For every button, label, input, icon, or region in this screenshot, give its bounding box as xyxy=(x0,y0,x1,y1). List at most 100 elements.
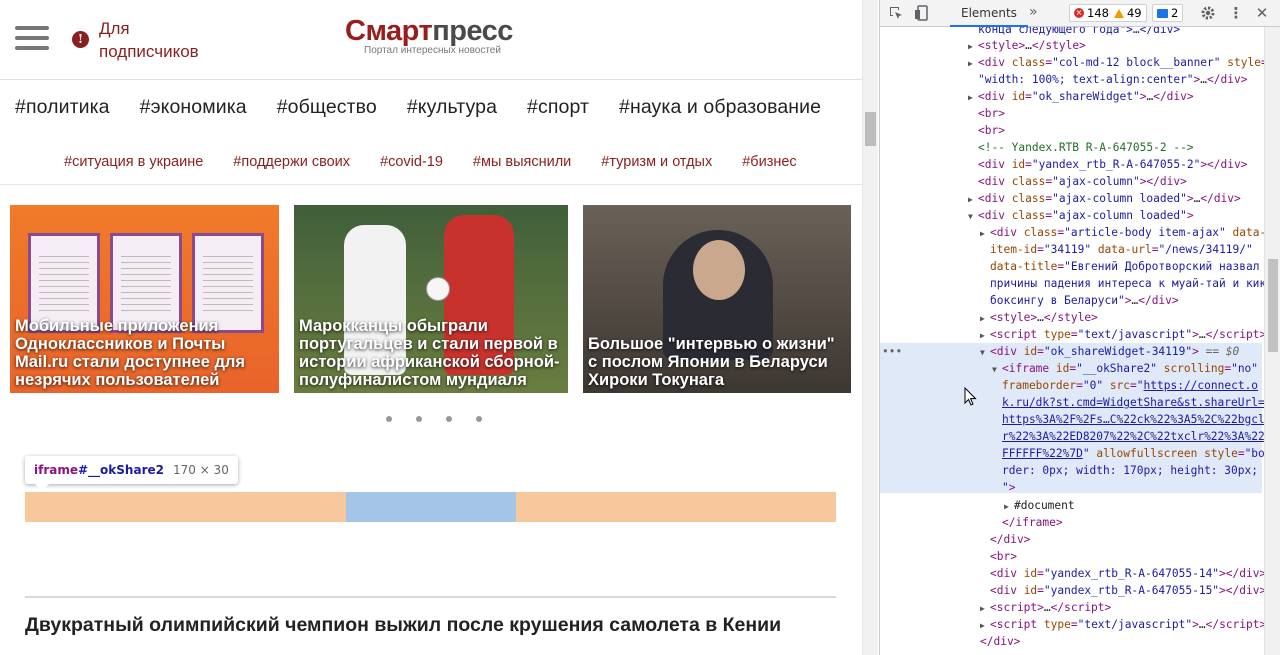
dom-node: frameborder="0" src="https://connect.o xyxy=(1002,379,1259,392)
more-tabs-icon[interactable]: » xyxy=(1029,4,1038,20)
tab-elements[interactable]: Elements xyxy=(950,0,1028,27)
error-icon: × xyxy=(1074,8,1084,18)
message-icon xyxy=(1157,8,1168,18)
tag-covid[interactable]: #covid-19 xyxy=(380,154,443,170)
carousel-dot[interactable] xyxy=(446,416,452,422)
tag-sport[interactable]: #спорт xyxy=(527,96,589,119)
article-title[interactable]: Двукратный олимпийский чемпион выжил пос… xyxy=(25,614,781,637)
news-card-2[interactable]: Марокканцы обыграли португальцев и стали… xyxy=(294,205,568,393)
dom-node[interactable]: <!-- Yandex.RTB R-A-647055-2 --> xyxy=(978,139,1264,156)
dom-node[interactable]: </div> xyxy=(990,531,1264,548)
dom-node[interactable]: ▼ <div class="ajax-column loaded"> xyxy=(968,207,1264,225)
dom-node-selected[interactable]: ▼ <div id="ok_shareWidget-34119"> == $0 xyxy=(980,343,1264,361)
dom-node[interactable]: ▶ <style>…</style> xyxy=(968,37,1264,55)
devtools-panel: Elements » × 148 49 2 ⋮ ✕ конца следующег… xyxy=(879,0,1280,655)
element-content-highlight xyxy=(346,492,516,522)
tooltip-tag: iframe xyxy=(34,463,78,477)
dom-node[interactable]: <div id="yandex_rtb_R-A-647055-2"></div> xyxy=(978,156,1264,173)
dom-node[interactable]: <br> xyxy=(978,122,1264,139)
carousel-dot[interactable] xyxy=(476,416,482,422)
device-toolbar-icon[interactable] xyxy=(914,5,930,21)
dom-node: FFFFFF%22%7D" allowfullscreen style="bo xyxy=(1002,447,1264,460)
news-card-caption: Марокканцы обыграли португальцев и стали… xyxy=(299,317,560,389)
dom-node[interactable]: </iframe> xyxy=(1002,514,1264,531)
tag-politics[interactable]: #политика xyxy=(15,96,110,119)
devtools-scrollbar[interactable] xyxy=(1264,27,1280,655)
dom-node: item-id="34119" data-url="/news/34119/" xyxy=(990,243,1253,256)
dom-node[interactable]: ▶ <div id="ok_shareWidget">…</div> xyxy=(968,88,1264,106)
main-tags-nav: #политика #экономика #общество #культура… xyxy=(15,96,851,119)
sub-tags-nav: #ситуация в украине #поддержи своих #cov… xyxy=(64,154,827,170)
errors-badge[interactable]: × 148 49 xyxy=(1069,4,1147,22)
tag-society[interactable]: #общество xyxy=(277,96,377,119)
news-card-caption: Большое "интервью о жизни" с послом Япон… xyxy=(588,335,835,389)
warning-count: 49 xyxy=(1126,6,1142,20)
dom-node[interactable]: <div id="yandex_rtb_R-A-647055-14"></div… xyxy=(990,565,1264,582)
dom-node[interactable]: ▶ <script>…</script> xyxy=(980,599,1264,617)
dom-node[interactable]: <div class="ajax-column"></div> xyxy=(978,173,1264,190)
page-scrollbar[interactable] xyxy=(862,0,878,655)
tag-business[interactable]: #бизнес xyxy=(742,154,796,170)
ball-image xyxy=(426,277,450,301)
dom-node[interactable]: <div id="yandex_rtb_R-A-647055-15"></div… xyxy=(990,582,1264,599)
subscribers-label: Для подписчиков xyxy=(99,19,199,61)
iframe-src-link[interactable]: r%22%3A%22ED8207%22%2C%22txclr%22%3A%22 xyxy=(1002,428,1264,445)
carousel-dot[interactable] xyxy=(386,416,392,422)
devtools-toolbar: Elements » × 148 49 2 ⋮ ✕ xyxy=(880,0,1280,27)
dom-node[interactable]: ▶ <style>…</style> xyxy=(980,309,1264,327)
tooltip-id: #__okShare2 xyxy=(78,463,164,477)
divider xyxy=(0,184,862,185)
site-header: ! Для подписчиков Смартпресс Портал инте… xyxy=(0,0,862,80)
news-card-caption: Мобильные приложения Одноклассников и По… xyxy=(15,317,246,389)
dom-node: rder: 0px; width: 170px; height: 30px; xyxy=(1002,464,1258,477)
dom-node[interactable]: ▶ <script type="text/javascript">…</scrip… xyxy=(980,616,1264,634)
dom-node[interactable]: <br> xyxy=(978,105,1264,122)
dom-node[interactable]: </div> xyxy=(980,633,1264,650)
tag-science[interactable]: #наука и образование xyxy=(619,96,821,119)
dom-node[interactable]: ▶ <div class="ajax-column loaded">…</div> xyxy=(968,190,1264,208)
dom-node[interactable]: ▼ <iframe id="__okShare2" scrolling="no" xyxy=(992,360,1264,378)
dom-node[interactable]: <br> xyxy=(990,548,1264,565)
dom-node: боксингу в Беларуси">…</div> xyxy=(990,294,1179,307)
web-page: ! Для подписчиков Смартпресс Портал инте… xyxy=(0,0,862,655)
menu-icon[interactable] xyxy=(15,26,49,50)
inspect-element-icon[interactable] xyxy=(888,5,904,21)
messages-badge[interactable]: 2 xyxy=(1152,4,1184,22)
article-divider xyxy=(25,596,836,598)
carousel-dot[interactable] xyxy=(416,416,422,422)
tag-culture[interactable]: #культура xyxy=(407,96,497,119)
more-actions-icon[interactable]: ••• xyxy=(882,343,902,360)
dom-node[interactable]: ▶ #document xyxy=(1004,497,1264,515)
scrollbar-thumb[interactable] xyxy=(1268,259,1278,352)
document-node: #document xyxy=(1014,499,1075,512)
dom-node[interactable]: ▶ <div class="article-body item-ajax" dat… xyxy=(980,224,1264,242)
dom-node: "> xyxy=(1002,481,1016,494)
news-card-3[interactable]: Большое "интервью о жизни" с послом Япон… xyxy=(583,205,851,393)
inspect-tooltip: iframe #__okShare2 170 × 30 xyxy=(25,456,238,491)
dom-node[interactable]: ▶ <script type="text/javascript">…</scrip… xyxy=(980,326,1264,344)
iframe-src-link[interactable]: k.ru/dk?st.cmd=WidgetShare&st.shareUrl= xyxy=(1002,394,1264,411)
info-icon: ! xyxy=(72,31,89,48)
iframe-src-link[interactable]: https%3A%2F%2Fs…C%22ck%22%3A5%2C%22bgcl xyxy=(1002,411,1264,428)
news-card-1[interactable]: Мобильные приложения Одноклассников и По… xyxy=(10,205,279,393)
close-icon[interactable]: ✕ xyxy=(1254,5,1270,21)
site-logo[interactable]: Смартпресс Портал интересных новостей xyxy=(345,14,525,56)
gear-icon[interactable] xyxy=(1200,5,1216,21)
tag-investigated[interactable]: #мы выяснили xyxy=(473,154,571,170)
subscribers-link[interactable]: ! Для подписчиков xyxy=(72,17,209,63)
tag-support[interactable]: #поддержи своих xyxy=(233,154,350,170)
logo-tagline: Портал интересных новостей xyxy=(364,45,501,56)
tag-ukraine[interactable]: #ситуация в украине xyxy=(64,154,203,170)
tooltip-size: 170 × 30 xyxy=(172,463,229,477)
dom-node: "width: 100%; text-align:center">…</div> xyxy=(978,73,1248,86)
message-count: 2 xyxy=(1171,6,1179,20)
tag-economy[interactable]: #экономика xyxy=(140,96,247,119)
tag-tourism[interactable]: #туризм и отдых xyxy=(601,154,712,170)
logo-part2: пресс xyxy=(432,15,513,47)
dom-node[interactable]: ▶ <div class="col-md-12 block__banner" st… xyxy=(968,54,1264,72)
mouse-cursor-icon xyxy=(964,387,977,406)
kebab-menu-icon[interactable]: ⋮ xyxy=(1228,5,1244,21)
selected-marker: == $0 xyxy=(1198,345,1240,358)
scrollbar-thumb[interactable] xyxy=(865,112,876,146)
error-count: 148 xyxy=(1087,6,1109,20)
